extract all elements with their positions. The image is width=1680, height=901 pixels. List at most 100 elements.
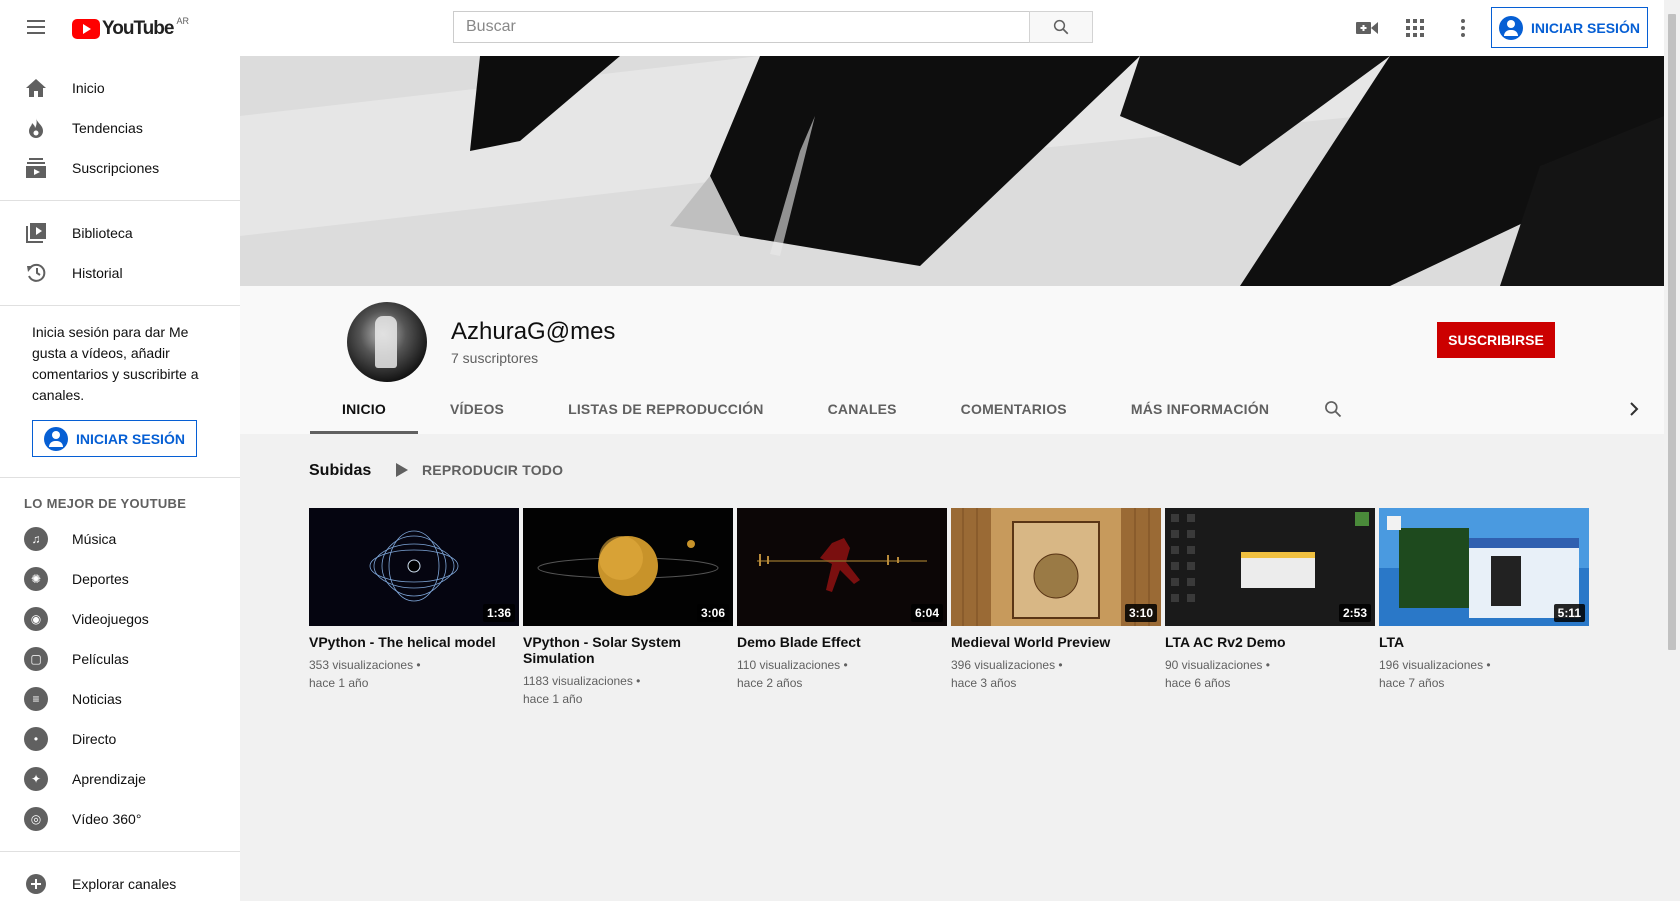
youtube-logo[interactable]: YouTube AR (72, 16, 189, 40)
sidebar-item-label: Directo (72, 731, 117, 747)
video-meta: 396 visualizaciones • hace 3 años (951, 656, 1161, 692)
sidebar-item-suscripciones[interactable]: Suscripciones (0, 148, 240, 188)
signin-promo-text: Inicia sesión para dar Me gusta a vídeos… (32, 324, 199, 403)
video-card[interactable]: 3:06 VPython - Solar System Simulation 1… (523, 508, 733, 708)
sidebar-item-musica[interactable]: ♫ Música (0, 519, 240, 559)
tab-videos[interactable]: VÍDEOS (418, 384, 536, 434)
movies-icon: ▢ (24, 647, 48, 671)
channel-content: Subidas REPRODUCIR TODO 1:36 VPython - T… (240, 434, 1664, 901)
tab-canales[interactable]: CANALES (796, 384, 929, 434)
video-thumbnail[interactable]: 6:04 (737, 508, 947, 626)
channel-avatar[interactable] (347, 302, 427, 382)
video-duration: 6:04 (910, 604, 943, 622)
shelf-title[interactable]: Subidas (309, 462, 371, 480)
tab-comentarios[interactable]: COMENTARIOS (929, 384, 1099, 434)
search-bar (453, 11, 1093, 43)
sidebar-item-biblioteca[interactable]: Biblioteca (0, 213, 240, 253)
menu-icon[interactable] (24, 16, 48, 40)
sidebar-item-noticias[interactable]: ≡ Noticias (0, 679, 240, 719)
sidebar-item-label: Noticias (72, 691, 122, 707)
sidebar-item-aprendizaje[interactable]: ✦ Aprendizaje (0, 759, 240, 799)
search-button[interactable] (1029, 11, 1093, 43)
video-thumbnail[interactable]: 5:11 (1379, 508, 1589, 626)
chevron-right-icon[interactable] (1625, 400, 1643, 418)
channel-name: AzhuraG@mes (451, 318, 616, 345)
video-duration: 2:53 (1338, 604, 1371, 622)
settings-menu-button[interactable] (1451, 16, 1475, 40)
signin-label: INICIAR SESIÓN (1531, 19, 1640, 36)
best-of-youtube-heading: LO MEJOR DE YOUTUBE (24, 496, 187, 511)
video-thumbnail[interactable]: 3:10 (951, 508, 1161, 626)
divider (0, 477, 240, 478)
video-title[interactable]: VPython - The helical model (309, 634, 519, 650)
video-thumbnail[interactable]: 1:36 (309, 508, 519, 626)
learning-icon: ✦ (24, 767, 48, 791)
video-meta: 90 visualizaciones • hace 6 años (1165, 656, 1375, 692)
video-title[interactable]: Medieval World Preview (951, 634, 1161, 650)
scrollbar-thumb[interactable] (1668, 14, 1676, 650)
sidebar-item-directo[interactable]: • Directo (0, 719, 240, 759)
video-thumbnail[interactable]: 3:06 (523, 508, 733, 626)
channel-page: AzhuraG@mes 7 suscriptores SUSCRIBIRSE I… (240, 56, 1664, 901)
video-card[interactable]: 3:10 Medieval World Preview 396 visualiz… (951, 508, 1161, 708)
subscriber-count: 7 suscriptores (451, 350, 539, 366)
sidebar-item-explorar-canales[interactable]: Explorar canales (0, 864, 240, 901)
video-title[interactable]: Demo Blade Effect (737, 634, 947, 650)
view-count: 396 visualizaciones • (951, 658, 1063, 672)
search-input[interactable] (453, 11, 1029, 43)
logo-text: YouTube (102, 18, 174, 39)
video-title[interactable]: LTA AC Rv2 Demo (1165, 634, 1375, 650)
fire-icon (24, 116, 48, 140)
create-video-button[interactable] (1355, 16, 1379, 40)
view-count: 196 visualizaciones • (1379, 658, 1491, 672)
video-duration: 3:10 (1124, 604, 1157, 622)
home-icon (24, 76, 48, 100)
vr-icon: ◎ (24, 807, 48, 831)
apps-button[interactable] (1403, 16, 1427, 40)
tab-mas-informacion[interactable]: MÁS INFORMACIÓN (1099, 384, 1301, 434)
sidebar-item-deportes[interactable]: ✺ Deportes (0, 559, 240, 599)
channel-search-button[interactable] (1309, 384, 1357, 434)
page-scrollbar[interactable] (1664, 0, 1680, 901)
history-icon (24, 261, 48, 285)
sidebar-signin-button[interactable]: INICIAR SESIÓN (32, 420, 197, 457)
play-all-label: REPRODUCIR TODO (422, 462, 564, 478)
divider (0, 200, 240, 201)
sidebar-item-label: Aprendizaje (72, 771, 146, 787)
sidebar-item-video-360[interactable]: ◎ Vídeo 360° (0, 799, 240, 839)
video-card[interactable]: 6:04 Demo Blade Effect 110 visualizacion… (737, 508, 947, 708)
video-thumbnail[interactable]: 2:53 (1165, 508, 1375, 626)
sidebar-item-label: Inicio (72, 80, 105, 96)
video-shelf: 1:36 VPython - The helical model 353 vis… (309, 508, 1589, 708)
sidebar-item-label: Tendencias (72, 120, 143, 136)
video-card[interactable]: 5:11 LTA 196 visualizaciones • hace 7 añ… (1379, 508, 1589, 708)
channel-header: AzhuraG@mes 7 suscriptores SUSCRIBIRSE I… (240, 286, 1664, 434)
gaming-icon: ◉ (24, 607, 48, 631)
play-all-button[interactable]: REPRODUCIR TODO (396, 462, 563, 478)
video-title[interactable]: LTA (1379, 634, 1589, 650)
tab-inicio[interactable]: INICIO (310, 384, 418, 434)
sidebar-item-label: Biblioteca (72, 225, 133, 241)
video-duration: 1:36 (482, 604, 515, 622)
video-meta: 353 visualizaciones • hace 1 año (309, 656, 519, 692)
sidebar-item-peliculas[interactable]: ▢ Películas (0, 639, 240, 679)
sidebar-item-label: Historial (72, 265, 123, 281)
signin-button[interactable]: INICIAR SESIÓN (1491, 7, 1648, 48)
subscribe-button[interactable]: SUSCRIBIRSE (1437, 322, 1555, 358)
divider (0, 305, 240, 306)
video-card[interactable]: 2:53 LTA AC Rv2 Demo 90 visualizaciones … (1165, 508, 1375, 708)
video-title[interactable]: VPython - Solar System Simulation (523, 634, 733, 666)
sidebar-item-tendencias[interactable]: Tendencias (0, 108, 240, 148)
view-count: 1183 visualizaciones • (523, 674, 641, 688)
upload-age: hace 7 años (1379, 676, 1445, 690)
top-bar: YouTube AR INICIAR SESIÓN (0, 0, 1664, 56)
view-count: 110 visualizaciones • (737, 658, 848, 672)
video-card[interactable]: 1:36 VPython - The helical model 353 vis… (309, 508, 519, 708)
sidebar-item-inicio[interactable]: Inicio (0, 68, 240, 108)
more-vert-icon (1461, 19, 1465, 37)
tab-listas[interactable]: LISTAS DE REPRODUCCIÓN (536, 384, 796, 434)
sidebar-item-label: Películas (72, 651, 129, 667)
sidebar-item-videojuegos[interactable]: ◉ Videojuegos (0, 599, 240, 639)
view-count: 90 visualizaciones • (1165, 658, 1270, 672)
sidebar-item-historial[interactable]: Historial (0, 253, 240, 293)
